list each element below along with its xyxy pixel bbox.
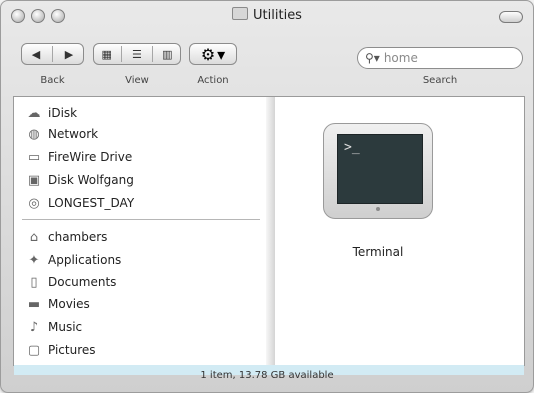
toolbar: ◀ ▶ Back ▦ ☰ ▥ View ⚙ ▾ Action ⚲▾ home Se…: [1, 35, 533, 89]
disk-icon: ▣: [27, 172, 41, 188]
sidebar-item-idisk[interactable]: ☁ iDisk: [26, 103, 78, 123]
forward-button[interactable]: ▶: [55, 44, 83, 64]
window-title: Utilities: [1, 7, 533, 23]
sidebar-item-network[interactable]: ◍ Network: [26, 124, 98, 144]
gear-icon: ⚙: [200, 44, 216, 64]
terminal-prompt-glyph: >_: [344, 140, 360, 155]
view-control: ▦ ☰ ▥: [93, 43, 181, 65]
terminal-item[interactable]: >_: [323, 123, 433, 225]
music-icon: ♪: [29, 319, 39, 335]
back-arrow-icon: ◀: [31, 47, 41, 61]
sidebar-item-music[interactable]: ♪ Music: [26, 317, 82, 337]
sidebar-item-documents[interactable]: ▯ Documents: [26, 272, 116, 292]
sidebar-item-applications[interactable]: ✦ Applications: [26, 250, 122, 270]
content-area: ☁ iDisk ◍ Network ▭ FireWire Drive ▣ Disk Wo…: [13, 96, 525, 375]
drive-icon: ▭: [27, 149, 41, 165]
finder-window: Utilities ◀ ▶ Back ▦ ☰ ▥ View ⚙ ▾ Action …: [0, 0, 534, 393]
movies-icon: ▬: [27, 296, 41, 312]
search-icon: ⚲▾: [365, 51, 380, 65]
sidebar-item-pictures[interactable]: ▢ Pictures: [26, 340, 96, 360]
search-placeholder: home: [383, 51, 418, 65]
terminal-screen: >_: [337, 134, 423, 204]
sidebar-separator: [22, 219, 260, 220]
sidebar-item-firewire-drive[interactable]: ▭ FireWire Drive: [26, 147, 132, 167]
list-view-icon: ☰: [132, 47, 142, 61]
applications-icon: ✦: [28, 252, 40, 268]
folder-icon: [232, 7, 249, 20]
title-bar: Utilities: [1, 1, 533, 31]
sidebar-splitter[interactable]: [266, 97, 275, 365]
sidebar-item-longest-day[interactable]: ◎ LONGEST_DAY: [26, 193, 134, 213]
file-view: >_ Terminal: [275, 97, 524, 365]
search-label: Search: [422, 75, 458, 86]
icon-view-icon: ▦: [101, 47, 112, 61]
back-forward-control: ◀ ▶: [21, 43, 84, 65]
sidebar-item-movies[interactable]: ▬ Movies: [26, 294, 90, 314]
sidebar-item-chambers[interactable]: ⌂ chambers: [26, 227, 108, 247]
pictures-icon: ▢: [27, 342, 41, 358]
action-label: Action: [197, 75, 229, 86]
terminal-led: [376, 207, 380, 211]
icon-view-button[interactable]: ▦: [94, 44, 119, 64]
column-view-button[interactable]: ▥: [155, 44, 180, 64]
status-bar: 1 item, 13.78 GB available: [200, 370, 334, 381]
network-icon: ◍: [28, 126, 40, 142]
forward-arrow-icon: ▶: [64, 47, 74, 61]
home-icon: ⌂: [29, 229, 39, 245]
view-label: View: [125, 75, 149, 86]
idisk-icon: ☁: [27, 105, 41, 121]
back-button[interactable]: ◀: [22, 44, 50, 64]
cd-icon: ◎: [28, 195, 40, 211]
column-view-icon: ▥: [162, 47, 173, 61]
documents-icon: ▯: [30, 274, 38, 290]
toolbar-toggle-button[interactable]: [499, 11, 523, 23]
search-field[interactable]: ⚲▾ home: [357, 47, 523, 69]
sidebar-item-disk-wolfgang[interactable]: ▣ Disk Wolfgang: [26, 170, 134, 190]
terminal-icon: >_: [323, 123, 433, 219]
action-button[interactable]: ⚙ ▾: [189, 43, 237, 65]
sidebar: ☁ iDisk ◍ Network ▭ FireWire Drive ▣ Disk Wo…: [14, 97, 267, 365]
list-view-button[interactable]: ☰: [124, 44, 149, 64]
chevron-down-icon: ▾: [217, 44, 226, 64]
back-label: Back: [40, 75, 65, 86]
file-label-terminal[interactable]: Terminal: [323, 245, 433, 259]
